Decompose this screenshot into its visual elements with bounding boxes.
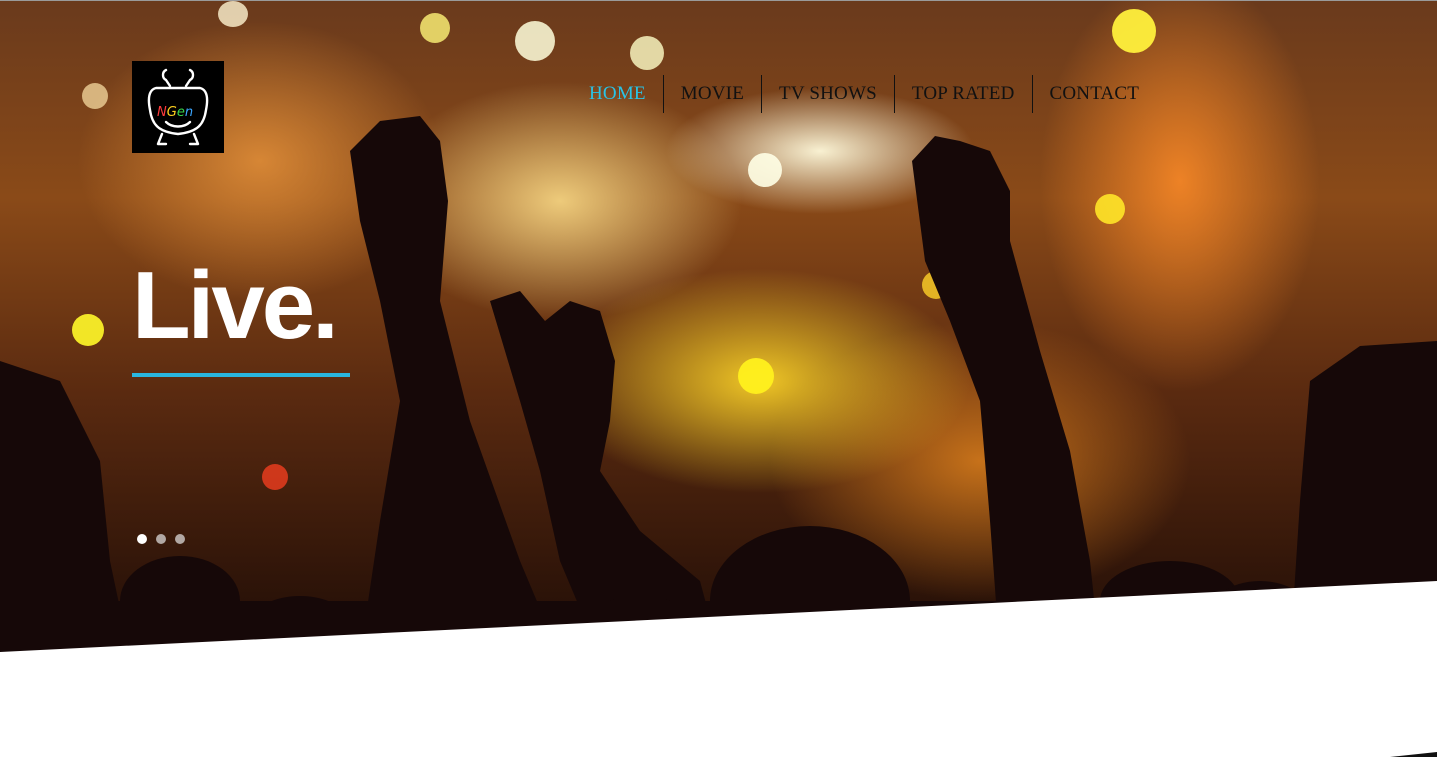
main-nav: HOME MOVIE TV SHOWS TOP RATED CONTACT	[572, 75, 1156, 113]
hero-headline: Live.	[132, 252, 339, 359]
nav-item-tv-shows[interactable]: TV SHOWS	[761, 75, 894, 113]
headline-underline	[132, 373, 350, 377]
slider-dot[interactable]	[137, 534, 147, 544]
slider-dot[interactable]	[175, 534, 185, 544]
nav-item-top-rated[interactable]: TOP RATED	[893, 75, 1032, 113]
nav-item-movie[interactable]: MOVIE	[662, 75, 761, 113]
nav-item-contact[interactable]: CONTACT	[1031, 75, 1157, 113]
slider-dot[interactable]	[156, 534, 166, 544]
logo-wordmark: NGen	[157, 105, 193, 120]
site-logo[interactable]: NGen	[132, 61, 224, 153]
tv-mascot-icon: NGen	[147, 68, 209, 146]
slider-pagination	[137, 534, 185, 544]
nav-item-home[interactable]: HOME	[572, 75, 663, 113]
